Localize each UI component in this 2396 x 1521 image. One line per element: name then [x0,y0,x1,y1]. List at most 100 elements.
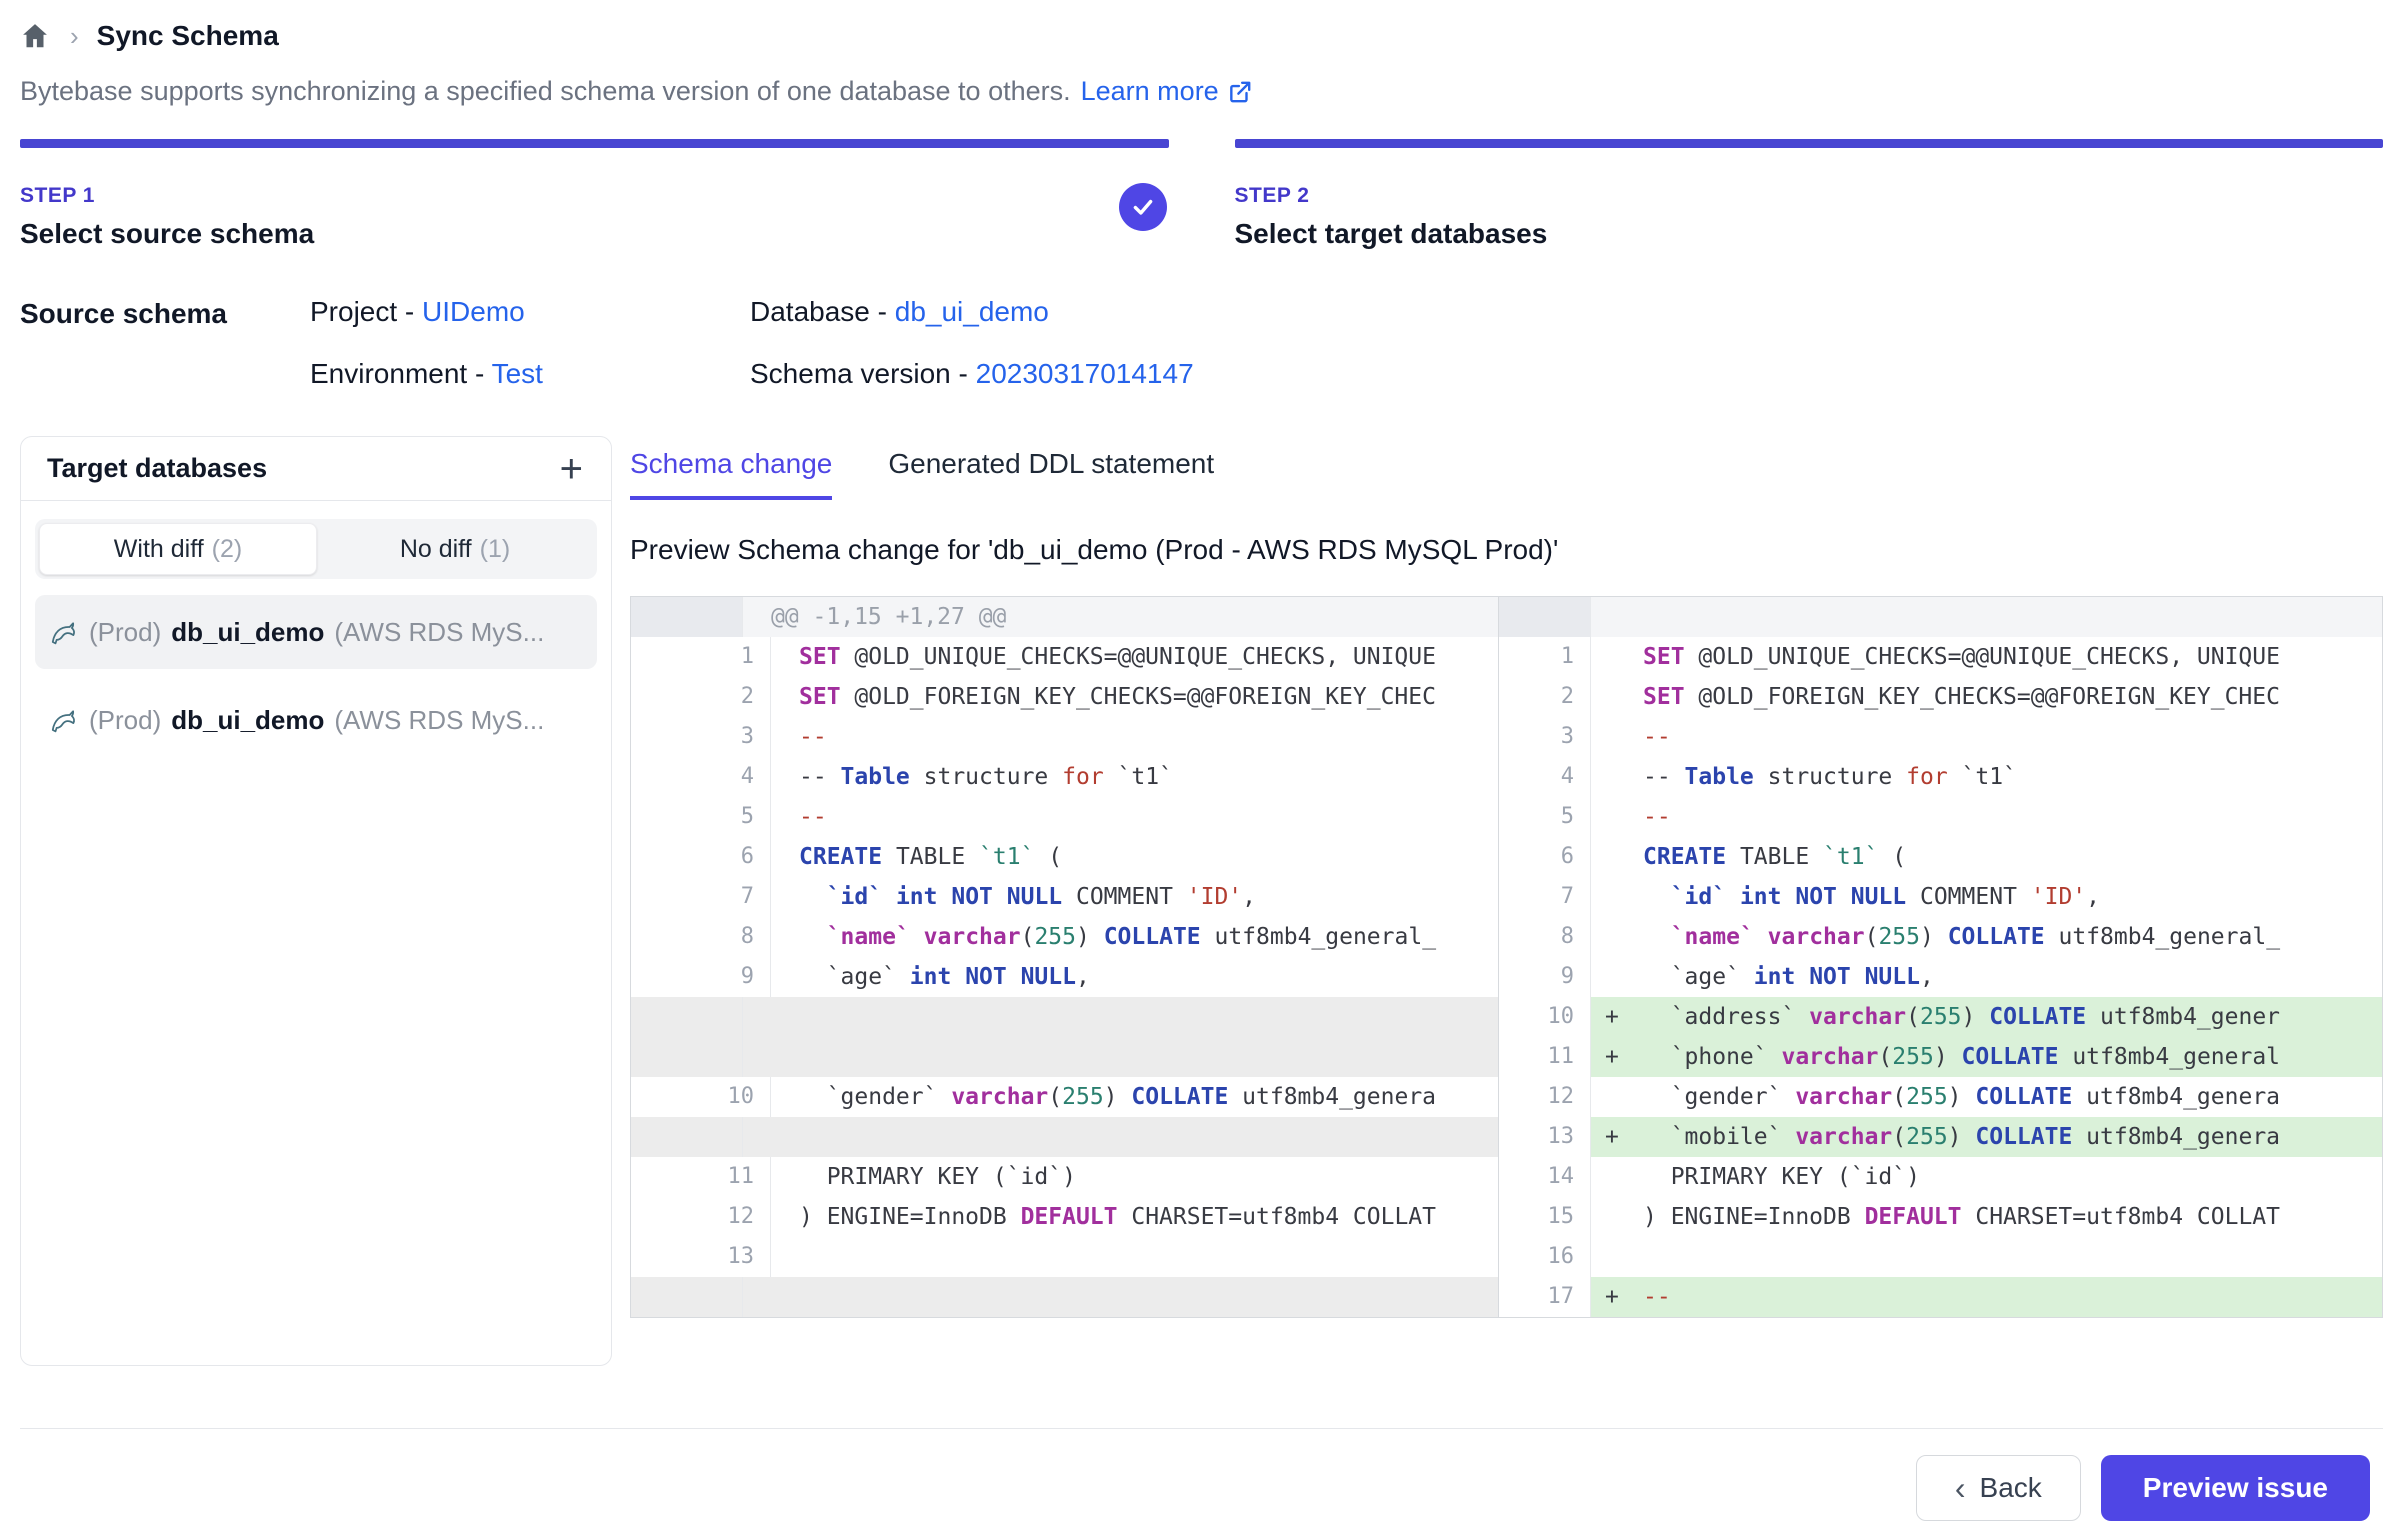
project-label: Project - [310,296,422,327]
code-line [771,1237,1498,1277]
code-line: -- [1643,797,2382,837]
back-button[interactable]: ‹ Back [1916,1455,2081,1521]
source-schema-fields: Project - UIDemo Database - db_ui_demo E… [310,296,1194,390]
diff-sign: + [1591,1117,1643,1157]
line-number: 5 [1499,797,1591,837]
code-line [743,1037,1498,1077]
diff-sign [1591,677,1643,717]
page-title: Sync Schema [97,20,279,52]
environment-link[interactable]: Test [492,358,543,389]
code-line: SET @OLD_FOREIGN_KEY_CHECKS=@@FOREIGN_KE… [771,677,1498,717]
tab-no-diff[interactable]: No diff (1) [317,523,593,575]
code-line: `age` int NOT NULL, [1643,957,2382,997]
tab-with-diff[interactable]: With diff (2) [39,523,317,575]
external-link-icon [1227,79,1253,105]
diff-sign: + [1591,997,1643,1037]
step-1: STEP 1 Select source schema [20,139,1169,250]
line-number: 4 [659,757,771,797]
environment-field: Environment - Test [310,358,750,390]
db-environment: (Prod) [89,617,161,648]
step-2-progress-bar [1235,139,2384,148]
line-number: 15 [1499,1197,1591,1237]
step-1-completed-icon [1119,183,1167,231]
diff-row: 4-- Table structure for `t1` [1499,757,2382,797]
code-line: CREATE TABLE `t1` ( [771,837,1498,877]
diff-row: 2SET @OLD_FOREIGN_KEY_CHECKS=@@FOREIGN_K… [1499,677,2382,717]
preview-issue-button[interactable]: Preview issue [2101,1455,2370,1521]
line-number: 6 [659,837,771,877]
database-list-item[interactable]: (Prod) db_ui_demo (AWS RDS MyS... [35,683,597,757]
line-number: 8 [659,917,771,957]
database-list-item[interactable]: (Prod) db_ui_demo (AWS RDS MyS... [35,595,597,669]
tab-generated-ddl[interactable]: Generated DDL statement [888,448,1214,500]
stepper: STEP 1 Select source schema STEP 2 Selec… [20,139,2383,250]
line-number: 17 [1499,1277,1591,1317]
diff-sign [1591,837,1643,877]
line-number [631,1117,743,1157]
code-line: `name` varchar(255) COLLATE utf8mb4_gene… [1643,917,2382,957]
db-instance: (AWS RDS MyS... [334,617,544,648]
line-number: 5 [659,797,771,837]
code-line: -- [771,797,1498,837]
diff-row [631,1277,1498,1317]
code-line: -- [1643,717,2382,757]
schema-version-label: Schema version - [750,358,976,389]
db-name: db_ui_demo [171,617,324,648]
diff-sign [1591,757,1643,797]
chevron-left-icon: ‹ [1955,1472,1966,1504]
tab-schema-change[interactable]: Schema change [630,448,832,500]
diff-row: 5-- [631,797,1498,837]
schema-version-link[interactable]: 20230317014147 [976,358,1194,389]
line-number: 11 [1499,1037,1591,1077]
diff-row: 11+ `phone` varchar(255) COLLATE utf8mb4… [1499,1037,2382,1077]
code-line: SET @OLD_UNIQUE_CHECKS=@@UNIQUE_CHECKS, … [1643,637,2382,677]
diff-sign [1591,797,1643,837]
diff-row: 8 `name` varchar(255) COLLATE utf8mb4_ge… [631,917,1498,957]
line-number: 6 [1499,837,1591,877]
learn-more-link[interactable]: Learn more [1081,76,1253,107]
line-number [631,1277,743,1317]
diff-row: 17+-- [1499,1277,2382,1317]
back-button-label: Back [1980,1472,2042,1504]
diff-row: @@ -1,15 +1,27 @@ [631,597,1498,637]
diff-sign [1591,957,1643,997]
diff-sign: + [1591,1277,1643,1317]
code-line: `name` varchar(255) COLLATE utf8mb4_gene… [771,917,1498,957]
line-number [1499,597,1591,637]
diff-row: 13+ `mobile` varchar(255) COLLATE utf8mb… [1499,1117,2382,1157]
line-number: 12 [659,1197,771,1237]
source-schema-section: Source schema Project - UIDemo Database … [20,296,2383,390]
code-line [743,1117,1498,1157]
line-number: 10 [659,1077,771,1117]
db-environment: (Prod) [89,705,161,736]
diff-row: 5 -- [1499,797,2382,837]
code-line: -- Table structure for `t1` [771,757,1498,797]
line-number: 16 [1499,1237,1591,1277]
code-line: ) ENGINE=InnoDB DEFAULT CHARSET=utf8mb4 … [771,1197,1498,1237]
project-link[interactable]: UIDemo [422,296,525,327]
target-databases-panel: Target databases + With diff (2) No diff… [20,436,612,1366]
step-2: STEP 2 Select target databases [1235,139,2384,250]
schema-version-field: Schema version - 20230317014147 [750,358,1194,390]
project-field: Project - UIDemo [310,296,750,328]
diff-row: 14 PRIMARY KEY (`id`) [1499,1157,2382,1197]
footer-actions: ‹ Back Preview issue [20,1429,2383,1521]
tab-no-diff-count: (1) [480,535,511,564]
target-database-list: (Prod) db_ui_demo (AWS RDS MyS... (Prod)… [21,595,611,757]
diff-row: 10+ `address` varchar(255) COLLATE utf8m… [1499,997,2382,1037]
line-number: 1 [659,637,771,677]
mysql-icon [49,705,79,735]
home-icon[interactable] [20,20,52,52]
diff-row: 10 `gender` varchar(255) COLLATE utf8mb4… [631,1077,1498,1117]
line-number [631,997,743,1037]
diff-row: 12) ENGINE=InnoDB DEFAULT CHARSET=utf8mb… [631,1197,1498,1237]
database-link[interactable]: db_ui_demo [895,296,1049,327]
diff-row [1499,597,2382,637]
tab-no-diff-label: No diff [400,535,472,564]
line-number: 7 [659,877,771,917]
code-line: `mobile` varchar(255) COLLATE utf8mb4_ge… [1643,1117,2382,1157]
code-line: SET @OLD_UNIQUE_CHECKS=@@UNIQUE_CHECKS, … [771,637,1498,677]
code-line: `gender` varchar(255) COLLATE utf8mb4_ge… [1643,1077,2382,1117]
preview-column: Schema change Generated DDL statement Pr… [630,436,2383,1318]
add-database-button[interactable]: + [554,449,589,489]
